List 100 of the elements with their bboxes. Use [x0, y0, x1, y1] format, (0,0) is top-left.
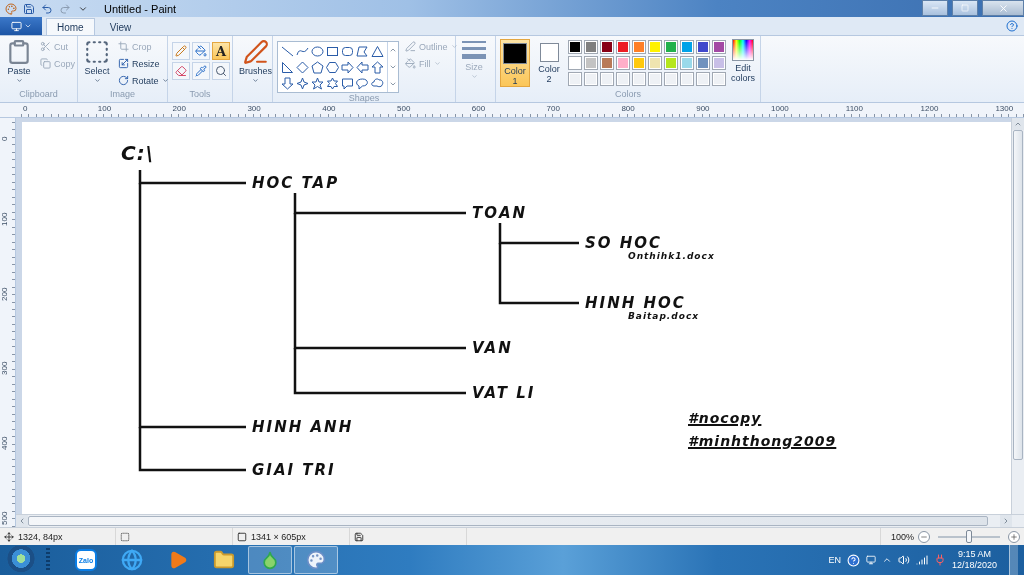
- redo-button[interactable]: [58, 1, 72, 16]
- close-button[interactable]: [982, 0, 1024, 16]
- rectangle-shape-icon[interactable]: [326, 44, 339, 58]
- empty-color-slot[interactable]: [664, 72, 678, 86]
- edit-colors-button[interactable]: Edit colors: [730, 39, 756, 83]
- color-swatch[interactable]: [584, 56, 598, 70]
- pentagon-shape-icon[interactable]: [311, 60, 324, 74]
- color-slot-button[interactable]: Color 1: [500, 39, 530, 87]
- zoom-in-button[interactable]: [1008, 530, 1020, 543]
- oval-shape-icon[interactable]: [311, 44, 324, 58]
- color-swatch[interactable]: [664, 40, 678, 54]
- pencil-icon: [175, 45, 187, 57]
- color-swatch[interactable]: [616, 56, 630, 70]
- empty-color-slot[interactable]: [680, 72, 694, 86]
- right-arrow-shape-icon[interactable]: [341, 60, 354, 74]
- rounded-rectangle-shape-icon[interactable]: [341, 44, 354, 58]
- triangle-shape-icon[interactable]: [371, 44, 384, 58]
- color-swatch[interactable]: [696, 56, 710, 70]
- rotate-button[interactable]: Rotate: [116, 73, 171, 88]
- color-swatch[interactable]: [712, 56, 726, 70]
- color-swatch[interactable]: [584, 40, 598, 54]
- empty-color-slot[interactable]: [712, 72, 726, 86]
- empty-color-slot[interactable]: [696, 72, 710, 86]
- file-menu-button[interactable]: [0, 17, 42, 35]
- show-desktop-button[interactable]: [1009, 545, 1018, 575]
- close-icon: [997, 2, 1009, 14]
- zoom-out-button[interactable]: [918, 530, 930, 543]
- four-point-star-shape-icon[interactable]: [296, 76, 309, 90]
- taskbar-app-button[interactable]: [294, 546, 338, 574]
- scrollbar-thumb[interactable]: [1013, 130, 1023, 460]
- polygon-shape-icon[interactable]: [356, 44, 369, 58]
- empty-color-slot[interactable]: [600, 72, 614, 86]
- color-swatch[interactable]: [600, 56, 614, 70]
- paint-bucket-button[interactable]: [192, 42, 210, 60]
- hexagon-shape-icon[interactable]: [326, 60, 339, 74]
- color-swatch[interactable]: [664, 56, 678, 70]
- empty-color-slot[interactable]: [648, 72, 662, 86]
- oval-callout-shape-icon[interactable]: [356, 76, 369, 90]
- empty-color-slot[interactable]: [632, 72, 646, 86]
- power-icon[interactable]: [933, 554, 946, 566]
- color-swatch[interactable]: [648, 56, 662, 70]
- color-swatch[interactable]: [712, 40, 726, 54]
- network-icon[interactable]: [865, 555, 876, 565]
- color-swatch[interactable]: [568, 56, 582, 70]
- empty-color-slot[interactable]: [568, 72, 582, 86]
- scrollbar-thumb[interactable]: [28, 516, 988, 526]
- taskbar-grip[interactable]: [46, 548, 50, 572]
- scroll-right-button[interactable]: [1000, 515, 1012, 527]
- show-hidden-icons-icon[interactable]: [881, 555, 892, 565]
- browser-icon: [260, 550, 280, 570]
- color-swatch[interactable]: [648, 40, 662, 54]
- left-arrow-shape-icon[interactable]: [356, 60, 369, 74]
- app-menu-button[interactable]: [4, 1, 18, 16]
- scroll-left-button[interactable]: [16, 515, 28, 527]
- line-shape-icon[interactable]: [281, 44, 294, 58]
- right-triangle-shape-icon[interactable]: [281, 60, 294, 74]
- empty-color-slot[interactable]: [616, 72, 630, 86]
- language-indicator[interactable]: EN: [828, 555, 841, 565]
- volume-icon[interactable]: [897, 554, 910, 566]
- cloud-callout-shape-icon[interactable]: [371, 76, 384, 90]
- rectangular-callout-shape-icon[interactable]: [341, 76, 354, 90]
- ribbon-tab[interactable]: Home: [46, 18, 95, 35]
- ribbon-tab[interactable]: View: [98, 18, 143, 35]
- scroll-down-icon[interactable]: [389, 63, 397, 71]
- ruler-label: 1300: [995, 104, 1014, 113]
- scroll-up-button[interactable]: [1012, 118, 1024, 130]
- color-swatch[interactable]: [632, 56, 646, 70]
- paste-button[interactable]: Paste: [4, 39, 34, 84]
- color-swatch[interactable]: [568, 40, 582, 54]
- color-swatch[interactable]: [680, 40, 694, 54]
- save-button[interactable]: [22, 1, 36, 16]
- five-point-star-shape-icon[interactable]: [311, 76, 324, 90]
- maximize-button[interactable]: [952, 0, 978, 16]
- empty-color-slot[interactable]: [584, 72, 598, 86]
- eraser-button[interactable]: [172, 62, 190, 80]
- color-swatch[interactable]: [616, 40, 630, 54]
- select-button[interactable]: Select: [82, 39, 112, 84]
- color-swatch[interactable]: [632, 40, 646, 54]
- taskbar-app-button[interactable]: [248, 546, 292, 574]
- color-spectrum-icon: [732, 39, 754, 61]
- color-swatch[interactable]: [600, 40, 614, 54]
- up-arrow-shape-icon[interactable]: [371, 60, 384, 74]
- horizontal-scrollbar[interactable]: [16, 514, 1024, 527]
- ruler-label: 0: [23, 104, 28, 113]
- clock[interactable]: 9:15 AM 12/18/2020: [951, 549, 997, 571]
- magnifier-button[interactable]: [212, 62, 230, 80]
- down-arrow-shape-icon[interactable]: [281, 76, 294, 90]
- pencil-button[interactable]: [172, 42, 190, 60]
- minimize-button[interactable]: [922, 0, 948, 16]
- color-picker-button[interactable]: [192, 62, 210, 80]
- brushes-button[interactable]: Brushes: [237, 39, 275, 84]
- six-point-star-shape-icon[interactable]: [326, 76, 339, 90]
- resize-button[interactable]: Resize: [116, 56, 171, 71]
- color-slot-button[interactable]: Color 2: [534, 39, 564, 87]
- slider-thumb[interactable]: [966, 529, 972, 543]
- vertical-scrollbar[interactable]: [1011, 118, 1024, 514]
- undo-button[interactable]: [40, 1, 54, 16]
- color-swatch[interactable]: [696, 40, 710, 54]
- help-icon[interactable]: [1006, 20, 1018, 32]
- color-swatch[interactable]: [680, 56, 694, 70]
